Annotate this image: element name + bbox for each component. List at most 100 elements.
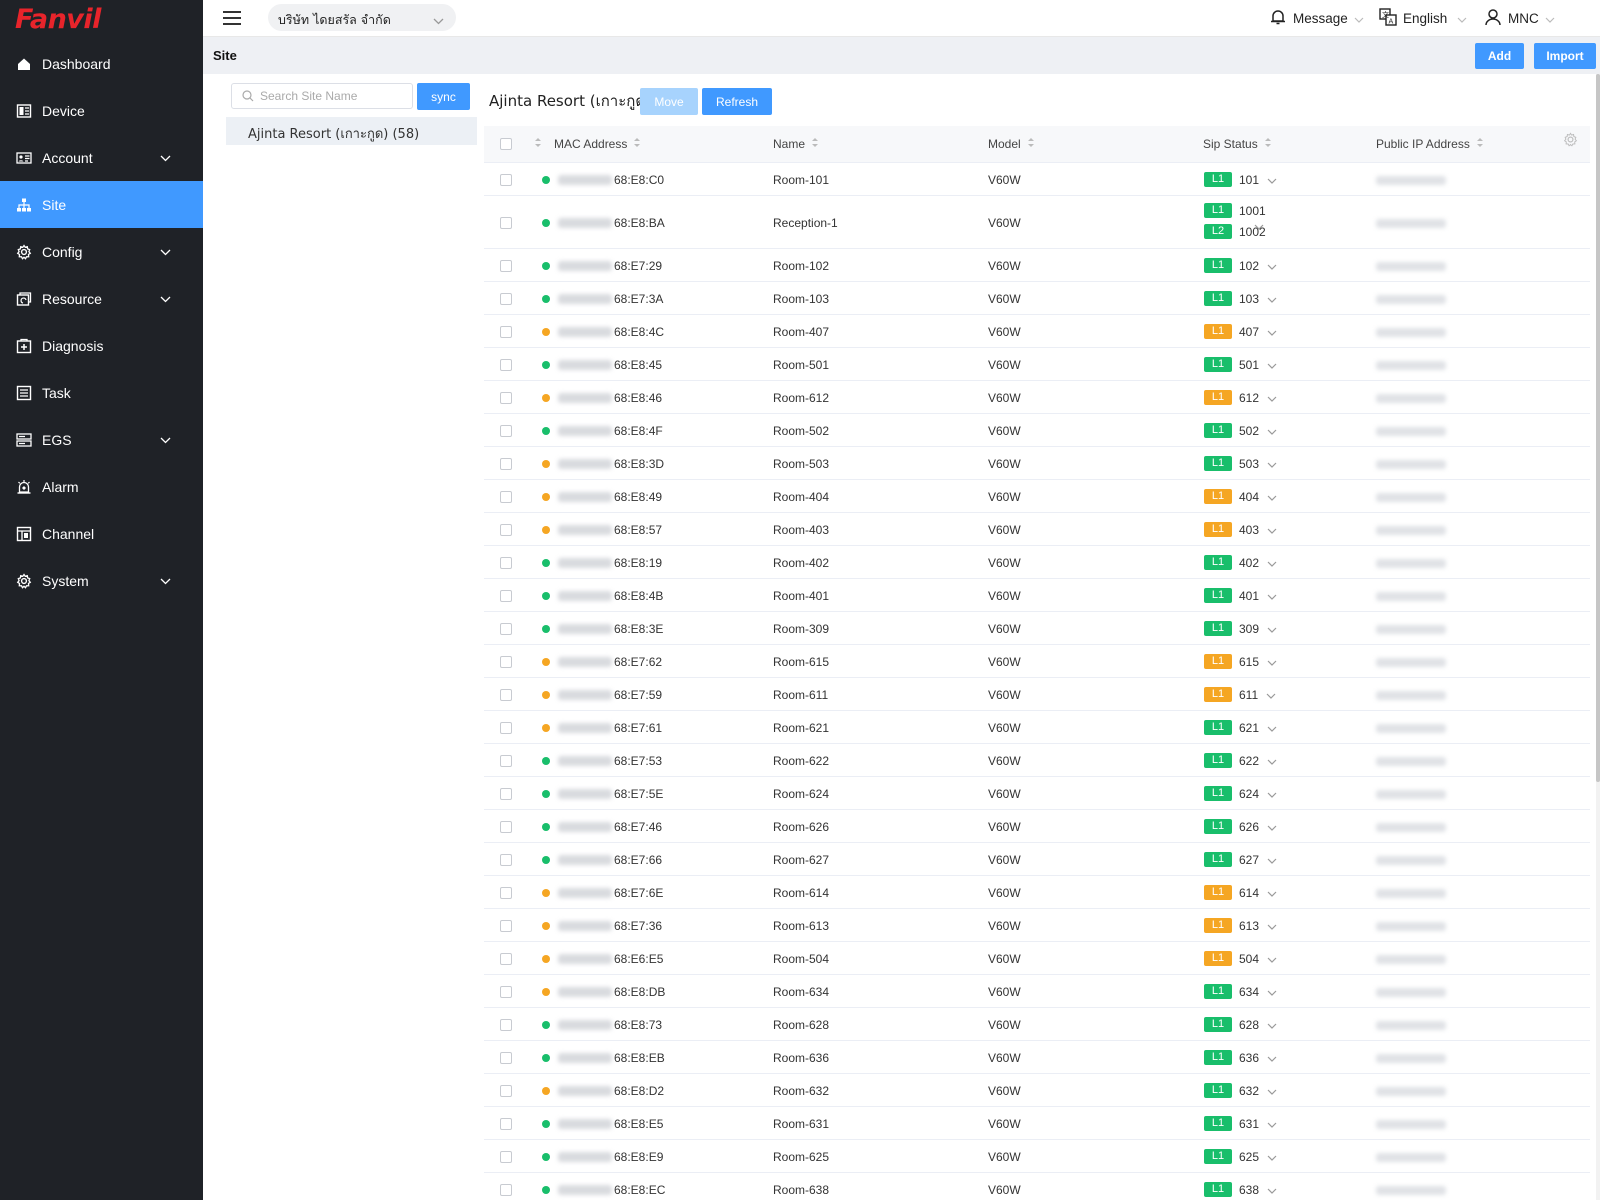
chevron-down-icon[interactable]: [1267, 622, 1277, 636]
sort-icon[interactable]: [534, 137, 542, 148]
row-checkbox[interactable]: [500, 425, 512, 437]
sync-button[interactable]: sync: [417, 83, 470, 110]
row-checkbox[interactable]: [500, 260, 512, 272]
sidebar-item-channel[interactable]: Channel: [0, 510, 203, 557]
row-checkbox[interactable]: [500, 788, 512, 800]
chevron-down-icon[interactable]: [1267, 457, 1277, 471]
chevron-down-icon[interactable]: [1267, 952, 1277, 966]
move-button[interactable]: Move: [640, 88, 698, 115]
table-row[interactable]: 68:E8:57 Room-403 V60W L1 403: [484, 513, 1590, 546]
row-checkbox[interactable]: [500, 524, 512, 536]
row-checkbox[interactable]: [500, 755, 512, 767]
fanvil-logo[interactable]: Fanvil: [0, 0, 203, 40]
table-row[interactable]: 68:E8:46 Room-612 V60W L1 612: [484, 381, 1590, 414]
row-checkbox[interactable]: [500, 722, 512, 734]
scrollbar-thumb[interactable]: [1596, 74, 1600, 782]
chevron-down-icon[interactable]: [1266, 688, 1276, 702]
chevron-down-icon[interactable]: [1267, 424, 1277, 438]
chevron-down-icon[interactable]: [1267, 721, 1277, 735]
row-checkbox[interactable]: [500, 174, 512, 186]
row-checkbox[interactable]: [500, 326, 512, 338]
table-row[interactable]: 68:E7:66 Room-627 V60W L1 627: [484, 843, 1590, 876]
table-row[interactable]: 68:E8:D2 Room-632 V60W L1 632: [484, 1074, 1590, 1107]
chevron-down-icon[interactable]: [1267, 853, 1277, 867]
sidebar-item-config[interactable]: Config: [0, 228, 203, 275]
chevron-down-icon[interactable]: [1267, 1183, 1277, 1197]
user-menu[interactable]: MNC: [1484, 8, 1561, 29]
table-row[interactable]: 68:E8:E9 Room-625 V60W L1 625: [484, 1140, 1590, 1173]
column-settings-icon[interactable]: [1563, 132, 1578, 147]
chevron-down-icon[interactable]: [1267, 391, 1277, 405]
row-checkbox[interactable]: [500, 623, 512, 635]
chevron-down-icon[interactable]: [1267, 985, 1277, 999]
sidebar-item-dashboard[interactable]: Dashboard: [0, 40, 203, 87]
sidebar-item-egs[interactable]: EGS: [0, 416, 203, 463]
chevron-down-icon[interactable]: [1267, 655, 1277, 669]
chevron-down-icon[interactable]: [1267, 173, 1277, 187]
sidebar-item-system[interactable]: System: [0, 557, 203, 604]
chevron-down-icon[interactable]: [1267, 490, 1277, 504]
table-row[interactable]: 68:E8:45 Room-501 V60W L1 501: [484, 348, 1590, 381]
chevron-down-icon[interactable]: [1267, 1150, 1277, 1164]
sidebar-item-site[interactable]: Site: [0, 181, 203, 228]
chevron-down-icon[interactable]: [1267, 787, 1277, 801]
sidebar-item-resource[interactable]: Resource: [0, 275, 203, 322]
menu-toggle-icon[interactable]: [223, 10, 243, 26]
table-row[interactable]: 68:E8:3D Room-503 V60W L1 503: [484, 447, 1590, 480]
table-row[interactable]: 68:E8:19 Room-402 V60W L1 402: [484, 546, 1590, 579]
refresh-button[interactable]: Refresh: [702, 88, 772, 115]
column-header-model[interactable]: Model: [988, 137, 1035, 151]
row-checkbox[interactable]: [500, 557, 512, 569]
chevron-down-icon[interactable]: [1267, 589, 1277, 603]
chevron-down-icon[interactable]: [1254, 219, 1264, 233]
chevron-down-icon[interactable]: [1267, 325, 1277, 339]
table-row[interactable]: 68:E7:29 Room-102 V60W L1 102: [484, 249, 1590, 282]
row-checkbox[interactable]: [500, 458, 512, 470]
row-checkbox[interactable]: [500, 854, 512, 866]
row-checkbox[interactable]: [500, 392, 512, 404]
table-row[interactable]: 68:E7:46 Room-626 V60W L1 626: [484, 810, 1590, 843]
table-row[interactable]: 68:E8:C0 Room-101 V60W L1 101: [484, 163, 1590, 196]
table-row[interactable]: 68:E8:E5 Room-631 V60W L1 631: [484, 1107, 1590, 1140]
row-checkbox[interactable]: [500, 1184, 512, 1196]
row-checkbox[interactable]: [500, 986, 512, 998]
sidebar-item-diagnosis[interactable]: Diagnosis: [0, 322, 203, 369]
chevron-down-icon[interactable]: [1267, 1018, 1277, 1032]
chevron-down-icon[interactable]: [1267, 919, 1277, 933]
table-row[interactable]: 68:E7:36 Room-613 V60W L1 613: [484, 909, 1590, 942]
row-checkbox[interactable]: [500, 920, 512, 932]
column-header-public-ip[interactable]: Public IP Address: [1376, 137, 1484, 151]
add-button[interactable]: Add: [1475, 43, 1524, 69]
table-row[interactable]: 68:E8:73 Room-628 V60W L1 628: [484, 1008, 1590, 1041]
row-checkbox[interactable]: [500, 293, 512, 305]
row-checkbox[interactable]: [500, 359, 512, 371]
table-row[interactable]: 68:E8:DB Room-634 V60W L1 634: [484, 975, 1590, 1008]
row-checkbox[interactable]: [500, 491, 512, 503]
row-checkbox[interactable]: [500, 1085, 512, 1097]
chevron-down-icon[interactable]: [1267, 820, 1277, 834]
column-header-name[interactable]: Name: [773, 137, 819, 151]
table-row[interactable]: 68:E7:62 Room-615 V60W L1 615: [484, 645, 1590, 678]
table-row[interactable]: 68:E7:61 Room-621 V60W L1 621: [484, 711, 1590, 744]
table-row[interactable]: 68:E6:E5 Room-504 V60W L1 504: [484, 942, 1590, 975]
row-checkbox[interactable]: [500, 1019, 512, 1031]
table-row[interactable]: 68:E7:6E Room-614 V60W L1 614: [484, 876, 1590, 909]
chevron-down-icon[interactable]: [1267, 358, 1277, 372]
table-row[interactable]: 68:E8:EC Room-638 V60W L1 638: [484, 1173, 1590, 1200]
chevron-down-icon[interactable]: [1267, 1051, 1277, 1065]
row-checkbox[interactable]: [500, 821, 512, 833]
row-checkbox[interactable]: [500, 887, 512, 899]
row-checkbox[interactable]: [500, 656, 512, 668]
chevron-down-icon[interactable]: [1267, 1084, 1277, 1098]
chevron-down-icon[interactable]: [1267, 886, 1277, 900]
table-row[interactable]: 68:E8:49 Room-404 V60W L1 404: [484, 480, 1590, 513]
row-checkbox[interactable]: [500, 1151, 512, 1163]
chevron-down-icon[interactable]: [1267, 259, 1277, 273]
row-checkbox[interactable]: [500, 689, 512, 701]
table-row[interactable]: 68:E8:BA Reception-1 V60W L1 1001 L2 1002: [484, 196, 1590, 249]
row-checkbox[interactable]: [500, 217, 512, 229]
column-header-sip-status[interactable]: Sip Status: [1203, 137, 1272, 151]
sidebar-item-device[interactable]: Device: [0, 87, 203, 134]
chevron-down-icon[interactable]: [1267, 556, 1277, 570]
table-row[interactable]: 68:E8:4B Room-401 V60W L1 401: [484, 579, 1590, 612]
